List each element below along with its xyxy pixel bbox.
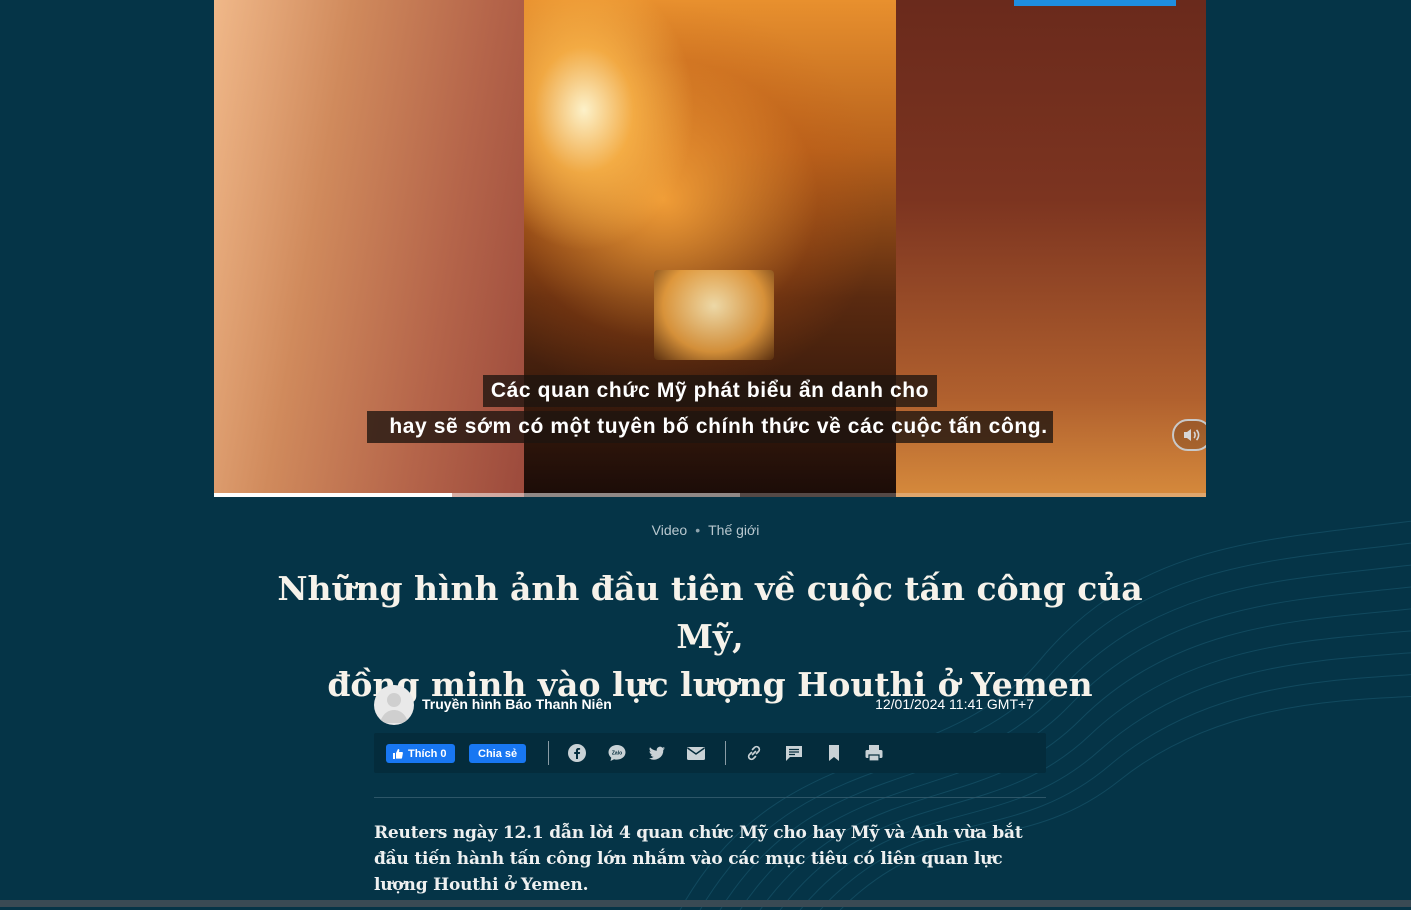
subtitle-line-2: hay sẽ sớm có một tuyên bố chính thức về… xyxy=(367,411,1053,443)
facebook-like-button[interactable]: Thích 0 xyxy=(386,744,455,763)
email-icon[interactable] xyxy=(686,743,706,763)
sound-toggle-button[interactable] xyxy=(1172,419,1206,451)
link-icon[interactable] xyxy=(744,743,764,763)
article-lead: Reuters ngày 12.1 dẫn lời 4 quan chức Mỹ… xyxy=(374,823,1023,895)
facebook-icon[interactable] xyxy=(567,743,587,763)
twitter-icon[interactable] xyxy=(647,743,667,763)
subtitle-line-1: Các quan chức Mỹ phát biểu ẩn danh cho xyxy=(482,375,938,407)
toolbar-separator xyxy=(548,741,549,765)
zalo-icon[interactable]: Zalo xyxy=(607,743,627,763)
author-row: Truyền hình Báo Thanh Niên 12/01/2024 11… xyxy=(374,685,1034,725)
user-avatar-icon xyxy=(380,693,408,723)
breadcrumb: Video • Thế giới xyxy=(0,522,1411,538)
content-divider xyxy=(374,797,1046,798)
bookmark-icon[interactable] xyxy=(824,743,844,763)
video-frame-window xyxy=(654,270,774,360)
video-progress-track[interactable] xyxy=(214,493,1206,497)
share-toolbar: Thích 0 Chia sẻ Zalo xyxy=(374,733,1046,773)
breadcrumb-section[interactable]: Video xyxy=(652,522,688,538)
thumbs-up-icon xyxy=(393,748,403,759)
article-title-line-1: Những hình ảnh đầu tiên về cuộc tấn công… xyxy=(277,569,1143,656)
facebook-share-button[interactable]: Chia sẻ xyxy=(469,744,527,763)
bottom-bar xyxy=(0,900,1411,907)
breadcrumb-category[interactable]: Thế giới xyxy=(708,522,759,538)
video-progress-fill xyxy=(214,493,453,497)
print-icon[interactable] xyxy=(864,743,884,763)
facebook-like-label: Thích 0 xyxy=(408,747,447,760)
video-subtitles: Các quan chức Mỹ phát biểu ẩn danh cho h… xyxy=(214,375,1206,443)
comment-icon[interactable] xyxy=(784,743,804,763)
channel-logo xyxy=(1014,0,1176,6)
zalo-label: Zalo xyxy=(612,751,622,757)
facebook-share-label: Chia sẻ xyxy=(478,747,518,760)
toolbar-separator-2 xyxy=(725,741,726,765)
speaker-icon xyxy=(1184,429,1200,441)
breadcrumb-separator: • xyxy=(695,522,701,538)
publish-date: 12/01/2024 11:41 GMT+7 xyxy=(875,696,1034,712)
avatar[interactable] xyxy=(374,685,414,725)
video-player[interactable]: Các quan chức Mỹ phát biểu ẩn danh cho h… xyxy=(214,0,1206,497)
author-name[interactable]: Truyền hình Báo Thanh Niên xyxy=(422,696,612,712)
